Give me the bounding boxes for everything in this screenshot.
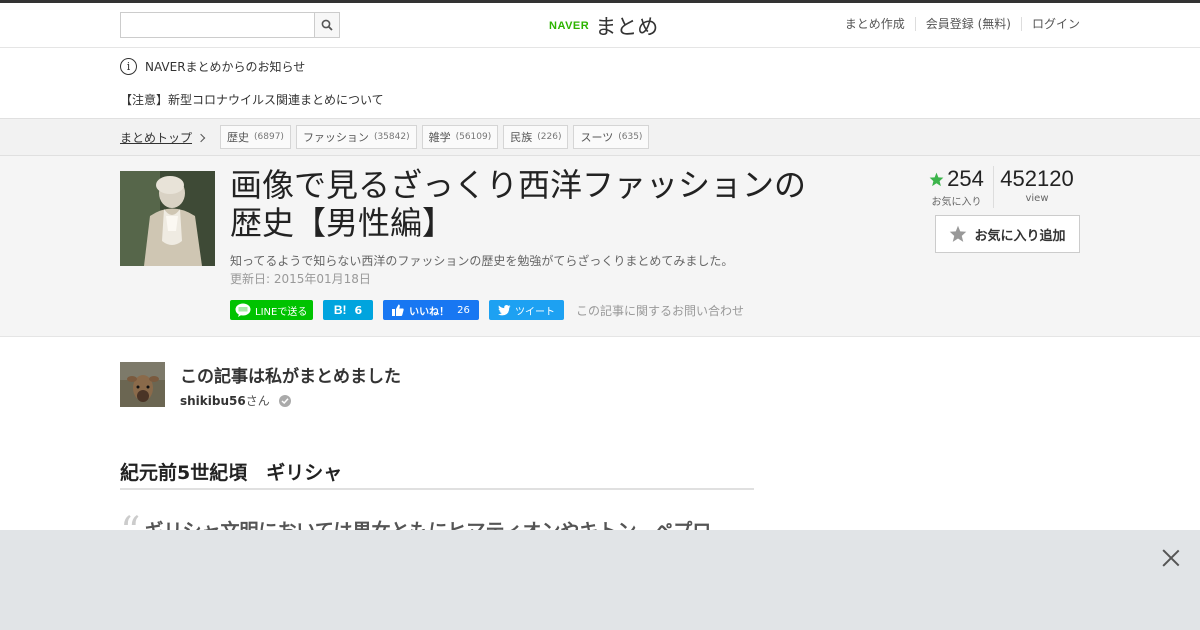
add-favorite-button[interactable]: お気に入り追加	[935, 215, 1080, 253]
hatena-icon: B!	[333, 303, 347, 317]
views-stat: 452120 view	[994, 166, 1080, 208]
line-share-label: LINEで送る	[255, 306, 308, 318]
article-title-line2: 歴史【男性編】	[230, 204, 455, 242]
contact-link[interactable]: この記事に関するお問い合わせ	[576, 302, 744, 319]
views-count: 452120	[1000, 166, 1074, 191]
favorites-count: 254	[947, 166, 984, 191]
search-icon	[321, 19, 333, 31]
facebook-like-button[interactable]: いいね！ 26	[383, 300, 479, 320]
tag-label: 雑学	[428, 131, 451, 144]
tag-label: 民族	[510, 131, 533, 144]
notice-area: i NAVERまとめからのお知らせ 【注意】新型コロナウイルス関連まとめについて	[0, 48, 1200, 118]
article-updated-date: 更新日: 2015年01月18日	[230, 272, 371, 286]
search-box	[120, 12, 340, 38]
article-thumbnail[interactable]	[120, 171, 215, 266]
tweet-label: ツイート	[515, 306, 555, 318]
login-link[interactable]: ログイン	[1020, 17, 1080, 31]
star-icon	[929, 172, 944, 186]
tag-label: ファッション	[302, 131, 369, 144]
article-description: 知ってるようで知らない西洋のファッションの歴史を勉強がてらざっくりまとめてみまし…	[230, 254, 734, 268]
line-share-button[interactable]: LINEで送る	[230, 300, 313, 320]
info-icon: i	[120, 58, 137, 75]
article-title: 画像で見るざっくり西洋ファッションの 歴史【男性編】	[230, 166, 850, 242]
facebook-like-count: 26	[457, 304, 470, 316]
tag-ethnic[interactable]: 民族 (226)	[503, 125, 569, 149]
author-suffix: さん	[245, 394, 270, 408]
verified-icon	[278, 394, 291, 407]
notice-title: i NAVERまとめからのお知らせ	[120, 58, 305, 75]
tag-trivia[interactable]: 雑学 (56109)	[421, 125, 499, 149]
tag-count: (635)	[618, 132, 643, 142]
tag-label: 歴史	[227, 131, 249, 144]
notice-title-text: NAVERまとめからのお知らせ	[145, 60, 306, 74]
favorites-label: お気に入り	[931, 197, 982, 208]
close-icon[interactable]	[1162, 549, 1180, 567]
views-label: view	[1025, 193, 1049, 204]
header-nav: まとめ作成 会員登録 (無料) ログイン	[835, 17, 1080, 31]
thumbnail-image	[120, 171, 215, 266]
notice-link[interactable]: 【注意】新型コロナウイルス関連まとめについて	[120, 91, 384, 108]
avatar-image	[120, 362, 165, 407]
share-buttons: LINEで送る B! 6 いいね！ 26 ツイート この記事に関するお問い合わせ	[230, 300, 744, 320]
author-name[interactable]: shikibu56	[180, 394, 246, 408]
article-header: 画像で見るざっくり西洋ファッションの 歴史【男性編】 知ってるようで知らない西洋…	[0, 156, 1200, 337]
register-link[interactable]: 会員登録 (無料)	[914, 17, 1021, 31]
line-icon	[235, 303, 251, 317]
author-name-row: shikibu56 さん	[180, 392, 291, 409]
search-button[interactable]	[314, 13, 339, 37]
star-icon	[950, 225, 967, 242]
twitter-bird-icon	[498, 304, 511, 315]
tag-count: (56109)	[455, 132, 492, 142]
breadcrumb: まとめトップ 歴史 (6897) ファッション (35842) 雑学 (5610…	[0, 118, 1200, 156]
avatar[interactable]	[120, 362, 165, 407]
hatena-bookmark-button[interactable]: B! 6	[323, 300, 373, 320]
article-title-line1: 画像で見るざっくり西洋ファッションの	[230, 166, 807, 204]
breadcrumb-top-link[interactable]: まとめトップ	[120, 129, 206, 146]
chevron-right-icon	[196, 133, 206, 142]
section-title: 紀元前5世紀頃 ギリシャ	[120, 458, 754, 490]
tweet-button[interactable]: ツイート	[489, 300, 564, 320]
tag-count: (226)	[537, 132, 562, 142]
logo-brand: NAVER	[549, 20, 590, 32]
search-input[interactable]	[121, 13, 314, 37]
tag-fashion[interactable]: ファッション (35842)	[295, 125, 417, 149]
tag-count: (35842)	[373, 132, 410, 142]
category-tags: 歴史 (6897) ファッション (35842) 雑学 (56109) 民族 (…	[220, 125, 654, 149]
author-heading: この記事は私がまとめました	[180, 367, 401, 387]
site-header: NAVER まとめ まとめ作成 会員登録 (無料) ログイン	[0, 3, 1200, 48]
add-favorite-label: お気に入り追加	[974, 228, 1066, 244]
favorites-stat: 254 お気に入り	[920, 166, 994, 208]
tag-history[interactable]: 歴史 (6897)	[220, 125, 291, 149]
breadcrumb-top-label: まとめトップ	[120, 131, 193, 145]
tag-suits[interactable]: スーツ (635)	[573, 125, 650, 149]
facebook-like-label: いいね！	[409, 306, 450, 318]
tag-label: スーツ	[580, 131, 614, 144]
thumbs-up-icon	[392, 304, 404, 316]
hatena-count: 6	[354, 303, 363, 317]
create-matome-link[interactable]: まとめ作成	[835, 17, 915, 31]
logo-name: まとめ	[595, 15, 659, 39]
article-stats: 254 お気に入り 452120 view	[920, 166, 1080, 208]
bottom-ad-overlay	[0, 530, 1200, 630]
site-logo[interactable]: NAVER まとめ	[549, 11, 658, 41]
tag-count: (6897)	[254, 132, 284, 142]
